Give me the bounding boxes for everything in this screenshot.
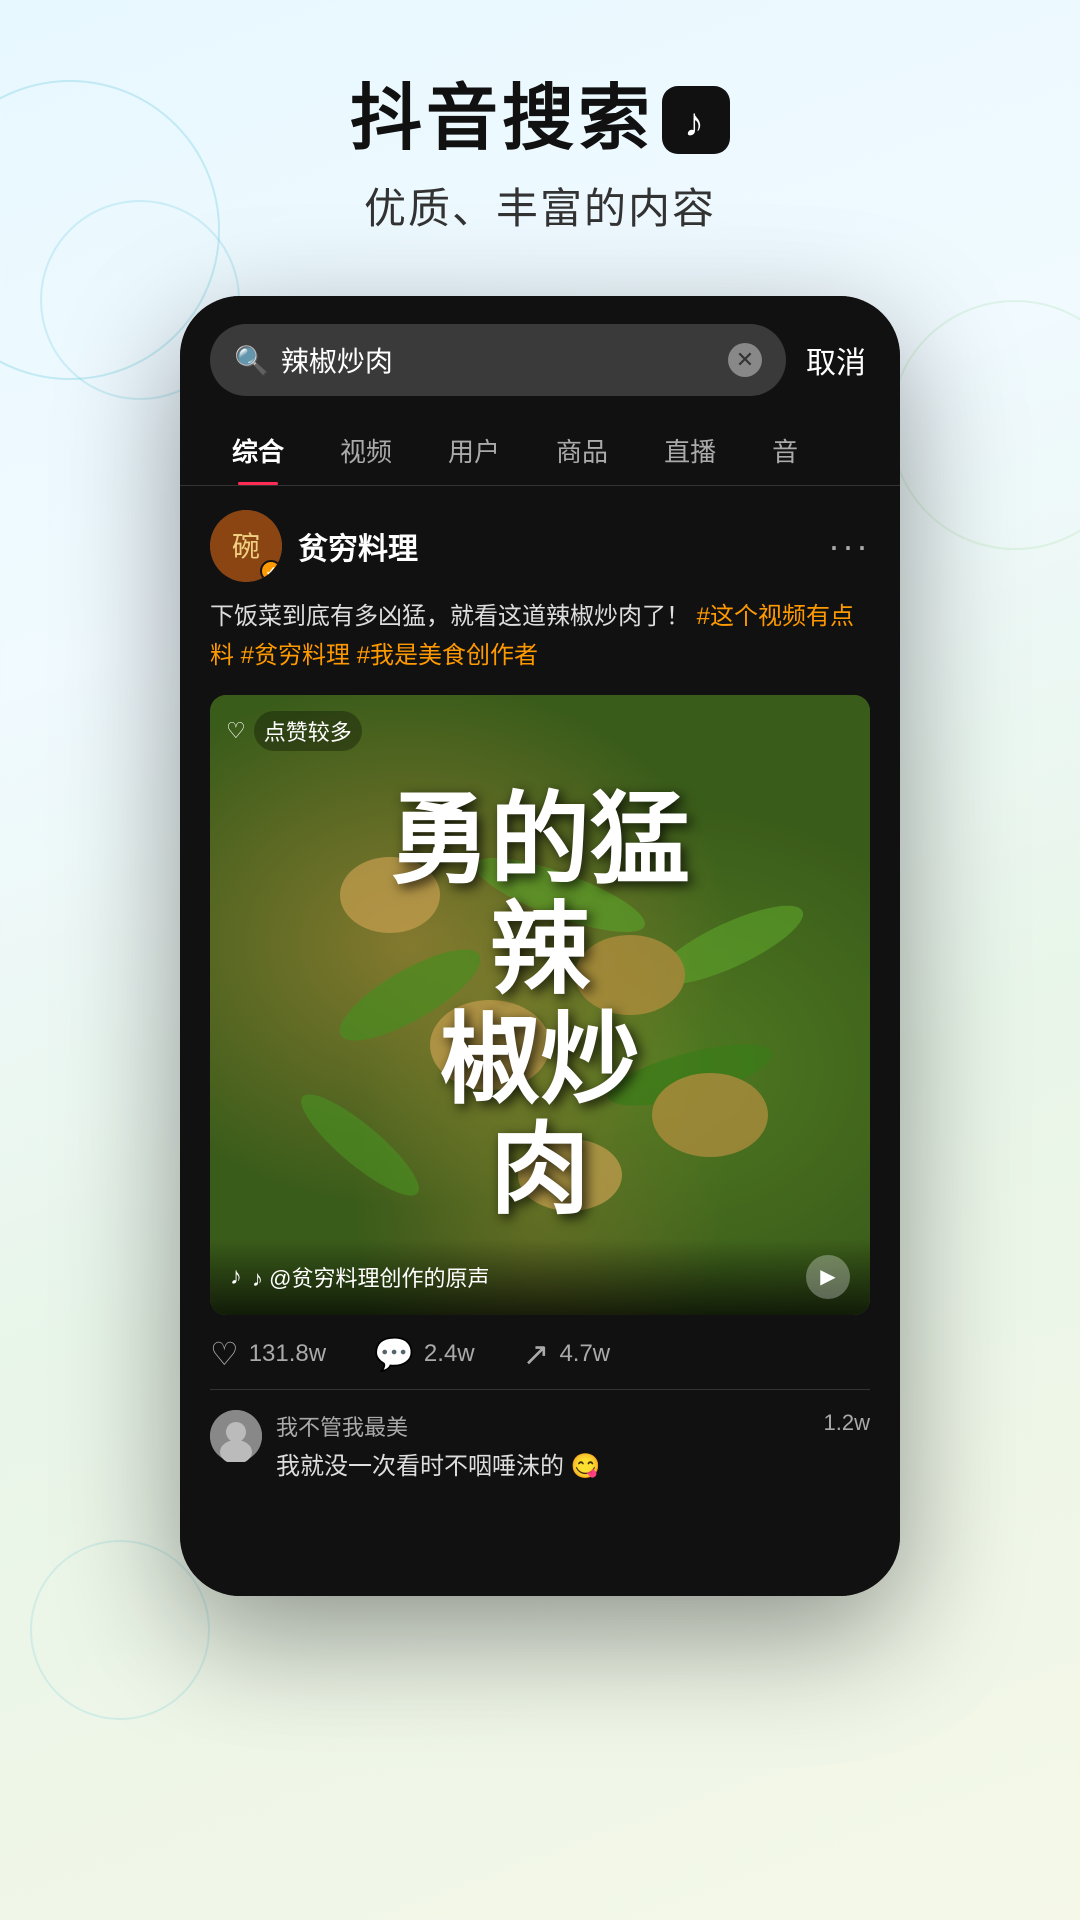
- content-area: 碗 ✓ 贫穷料理 ··· 下饭菜到底有多凶猛，就看这道辣椒炒肉了！ #这个视频有…: [180, 486, 900, 1481]
- svg-text:♪: ♪: [684, 101, 708, 145]
- tabs-row: 综合 视频 用户 商品 直播 音: [180, 416, 900, 486]
- video-card[interactable]: ♡ 点赞较多: [210, 695, 870, 1315]
- more-options-button[interactable]: ···: [828, 525, 870, 567]
- search-query: 辣椒炒肉: [281, 340, 716, 380]
- hashtag-2[interactable]: #贫穷料理: [241, 642, 350, 669]
- title-text: 抖音搜索: [350, 80, 654, 159]
- app-subtitle: 优质、丰富的内容: [0, 175, 1080, 236]
- share-icon: ↗: [523, 1335, 550, 1373]
- svg-text:碗: 碗: [232, 531, 260, 562]
- comment-username: 我不管我最美: [276, 1410, 810, 1442]
- comment-item: 我不管我最美 我就没一次看时不咽唾沫的 😋 1.2w: [210, 1410, 870, 1481]
- phone-mockup: 🔍 辣椒炒肉 ✕ 取消 综合 视频 用户 商品: [180, 296, 900, 1596]
- tab-live[interactable]: 直播: [636, 416, 744, 485]
- comment-icon: 💬: [374, 1335, 414, 1373]
- comment-row: 我不管我最美 我就没一次看时不咽唾沫的 😋 1.2w: [210, 1389, 870, 1481]
- search-area: 🔍 辣椒炒肉 ✕ 取消: [180, 296, 900, 416]
- phone-screen: 🔍 辣椒炒肉 ✕ 取消 综合 视频 用户 商品: [180, 296, 900, 1596]
- account-info: 碗 ✓ 贫穷料理: [210, 510, 418, 582]
- search-input-wrap[interactable]: 🔍 辣椒炒肉 ✕: [210, 324, 786, 396]
- search-cancel-button[interactable]: 取消: [802, 330, 870, 390]
- comments-count[interactable]: 💬 2.4w: [374, 1335, 475, 1373]
- music-row: ♪ ♪ @贫穷料理创作的原声: [230, 1261, 489, 1293]
- likes-value: 131.8w: [249, 1340, 326, 1368]
- tab-product[interactable]: 商品: [528, 416, 636, 485]
- comment-avatar: [210, 1410, 262, 1462]
- video-overlay-text: 勇的猛辣椒炒肉: [210, 695, 870, 1315]
- shares-value: 4.7w: [559, 1340, 610, 1368]
- music-note-icon: ♪: [230, 1263, 242, 1291]
- heart-icon: ♡: [226, 718, 246, 744]
- comment-likes: 1.2w: [824, 1410, 870, 1436]
- app-title: 抖音搜索 ♪: [0, 80, 1080, 159]
- video-bottom-bar: ♪ ♪ @贫穷料理创作的原声 ▶: [210, 1239, 870, 1315]
- tab-audio[interactable]: 音: [744, 416, 826, 485]
- search-icon: 🔍: [234, 344, 269, 377]
- likes-count[interactable]: ♡ 131.8w: [210, 1335, 326, 1373]
- desc-main-text: 下饭菜到底有多凶猛，就看这道辣椒炒肉了！: [210, 603, 690, 630]
- shares-count[interactable]: ↗ 4.7w: [523, 1335, 611, 1373]
- verified-badge: ✓: [260, 560, 282, 582]
- video-title-text: 勇的猛辣椒炒肉: [370, 765, 710, 1245]
- comment-text: 我就没一次看时不咽唾沫的 😋: [276, 1446, 810, 1481]
- account-row: 碗 ✓ 贫穷料理 ···: [210, 510, 870, 582]
- search-clear-button[interactable]: ✕: [728, 343, 762, 377]
- like-icon: ♡: [210, 1335, 239, 1373]
- comment-content: 我不管我最美 我就没一次看时不咽唾沫的 😋: [276, 1410, 810, 1481]
- video-thumbnail[interactable]: 勇的猛辣椒炒肉 ♪ ♪ @贫穷料理创作的原声 ▶: [210, 695, 870, 1315]
- avatar[interactable]: 碗 ✓: [210, 510, 282, 582]
- tiktok-logo-icon: ♪: [662, 86, 730, 154]
- tab-comprehensive[interactable]: 综合: [204, 416, 312, 485]
- tab-video[interactable]: 视频: [312, 416, 420, 485]
- tab-user[interactable]: 用户: [420, 416, 528, 485]
- music-text: ♪ @贫穷料理创作的原声: [252, 1261, 489, 1293]
- play-button[interactable]: ▶: [806, 1255, 850, 1299]
- phone-mockup-wrapper: 🔍 辣椒炒肉 ✕ 取消 综合 视频 用户 商品: [0, 296, 1080, 1596]
- top-header: 抖音搜索 ♪ 优质、丰富的内容: [0, 0, 1080, 276]
- badge-text: 点赞较多: [254, 711, 362, 751]
- post-description: 下饭菜到底有多凶猛，就看这道辣椒炒肉了！ #这个视频有点料 #贫穷料理 #我是美…: [210, 598, 870, 675]
- video-top-badge: ♡ 点赞较多: [226, 711, 362, 751]
- hashtag-3[interactable]: #我是美食创作者: [357, 642, 538, 669]
- engagement-row: ♡ 131.8w 💬 2.4w ↗ 4.7w: [210, 1315, 870, 1373]
- comments-value: 2.4w: [424, 1340, 475, 1368]
- account-name[interactable]: 贫穷料理: [298, 524, 418, 568]
